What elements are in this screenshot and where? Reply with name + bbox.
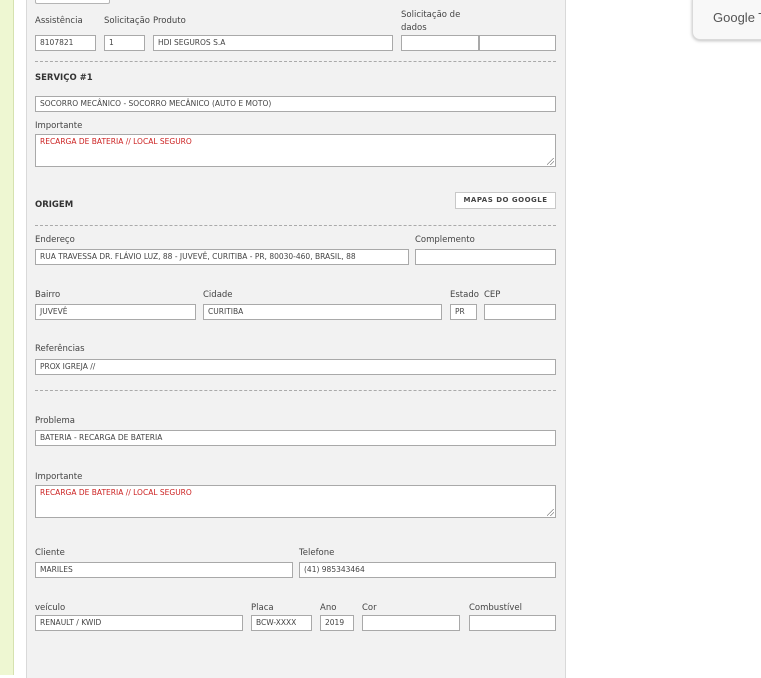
- bairro-label: Bairro: [35, 290, 61, 300]
- veiculo-label: veículo: [35, 603, 66, 613]
- google-maps-button[interactable]: MAPAS DO GOOGLE: [455, 192, 556, 209]
- solicitacao-label: Solicitação: [104, 16, 150, 26]
- problema-label: Problema: [35, 416, 75, 426]
- estado-field[interactable]: PR: [450, 304, 477, 320]
- divider: [35, 390, 556, 391]
- problema-importante-text: RECARGA DE BATERIA // LOCAL SEGURO: [40, 488, 192, 497]
- cidade-field[interactable]: CURITIBA: [203, 304, 442, 320]
- estado-label: Estado: [450, 290, 479, 300]
- solicitacao-dados-label-2: dados: [401, 23, 427, 33]
- assistencia-label: Assistência: [35, 16, 83, 26]
- cor-field[interactable]: [362, 615, 460, 631]
- google-translate-label: Google T: [713, 10, 761, 25]
- servico-field[interactable]: SOCORRO MECÂNICO - SOCORRO MECÂNICO (AUT…: [35, 96, 556, 112]
- combustivel-field[interactable]: [469, 615, 556, 631]
- servico-importante-text: RECARGA DE BATERIA // LOCAL SEGURO: [40, 137, 192, 146]
- divider: [35, 225, 556, 226]
- servico-importante-label: Importante: [35, 121, 83, 131]
- complemento-field[interactable]: [415, 249, 556, 265]
- problema-importante-textarea[interactable]: RECARGA DE BATERIA // LOCAL SEGURO: [35, 485, 556, 518]
- cliente-label: Cliente: [35, 548, 65, 558]
- solicitacao-field[interactable]: 1: [104, 35, 145, 51]
- referencias-field[interactable]: PROX IGREJA //: [35, 359, 556, 375]
- telefone-field[interactable]: (41) 985343464: [299, 562, 556, 578]
- assistencia-field[interactable]: 8107821: [35, 35, 96, 51]
- servico-importante-textarea[interactable]: RECARGA DE BATERIA // LOCAL SEGURO: [35, 134, 556, 167]
- google-translate-popup[interactable]: Google T: [692, 0, 761, 40]
- veiculo-field[interactable]: RENAULT / KWID: [35, 615, 243, 631]
- divider: [35, 61, 556, 62]
- complemento-label: Complemento: [415, 235, 475, 245]
- cor-label: Cor: [362, 603, 377, 613]
- problema-field[interactable]: BATERIA - RECARGA DE BATERIA: [35, 430, 556, 446]
- cep-label: CEP: [484, 290, 501, 300]
- referencias-label: Referências: [35, 344, 85, 354]
- origem-title: ORIGEM: [35, 200, 74, 210]
- combustivel-label: Combustível: [469, 603, 522, 613]
- left-sidebar-strip: [0, 0, 14, 675]
- resize-grip-icon[interactable]: [547, 158, 554, 165]
- solicitacao-dados-field-b[interactable]: [479, 35, 556, 51]
- telefone-label: Telefone: [299, 548, 335, 558]
- servico-title: SERVIÇO #1: [35, 73, 93, 83]
- problema-importante-label: Importante: [35, 472, 83, 482]
- ano-field[interactable]: 2019: [320, 615, 354, 631]
- ano-label: Ano: [320, 603, 337, 613]
- cidade-label: Cidade: [203, 290, 233, 300]
- produto-field[interactable]: HDI SEGUROS S.A: [153, 35, 393, 51]
- placa-label: Placa: [251, 603, 274, 613]
- cliente-field[interactable]: MARILES: [35, 562, 293, 578]
- bairro-field[interactable]: JUVEVÊ: [35, 304, 196, 320]
- solicitacao-dados-field-a[interactable]: [401, 35, 479, 51]
- produto-label: Produto: [153, 16, 186, 26]
- endereco-field[interactable]: RUA TRAVESSA DR. FLÁVIO LUZ, 88 - JUVEVÊ…: [35, 249, 409, 265]
- solicitacao-dados-label: Solicitação de: [401, 10, 461, 20]
- endereco-label: Endereço: [35, 235, 75, 245]
- cep-field[interactable]: [484, 304, 556, 320]
- top-partial-field[interactable]: [35, 0, 110, 4]
- resize-grip-icon[interactable]: [547, 509, 554, 516]
- placa-field[interactable]: BCW-XXXX: [251, 615, 312, 631]
